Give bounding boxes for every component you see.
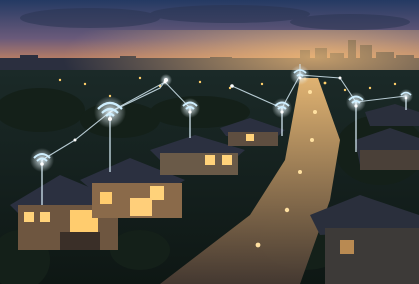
neighborhood-photo: [0, 0, 419, 284]
wifi-icon: [290, 65, 310, 85]
photo-frame: [0, 0, 419, 284]
wifi-icon: [160, 74, 172, 86]
